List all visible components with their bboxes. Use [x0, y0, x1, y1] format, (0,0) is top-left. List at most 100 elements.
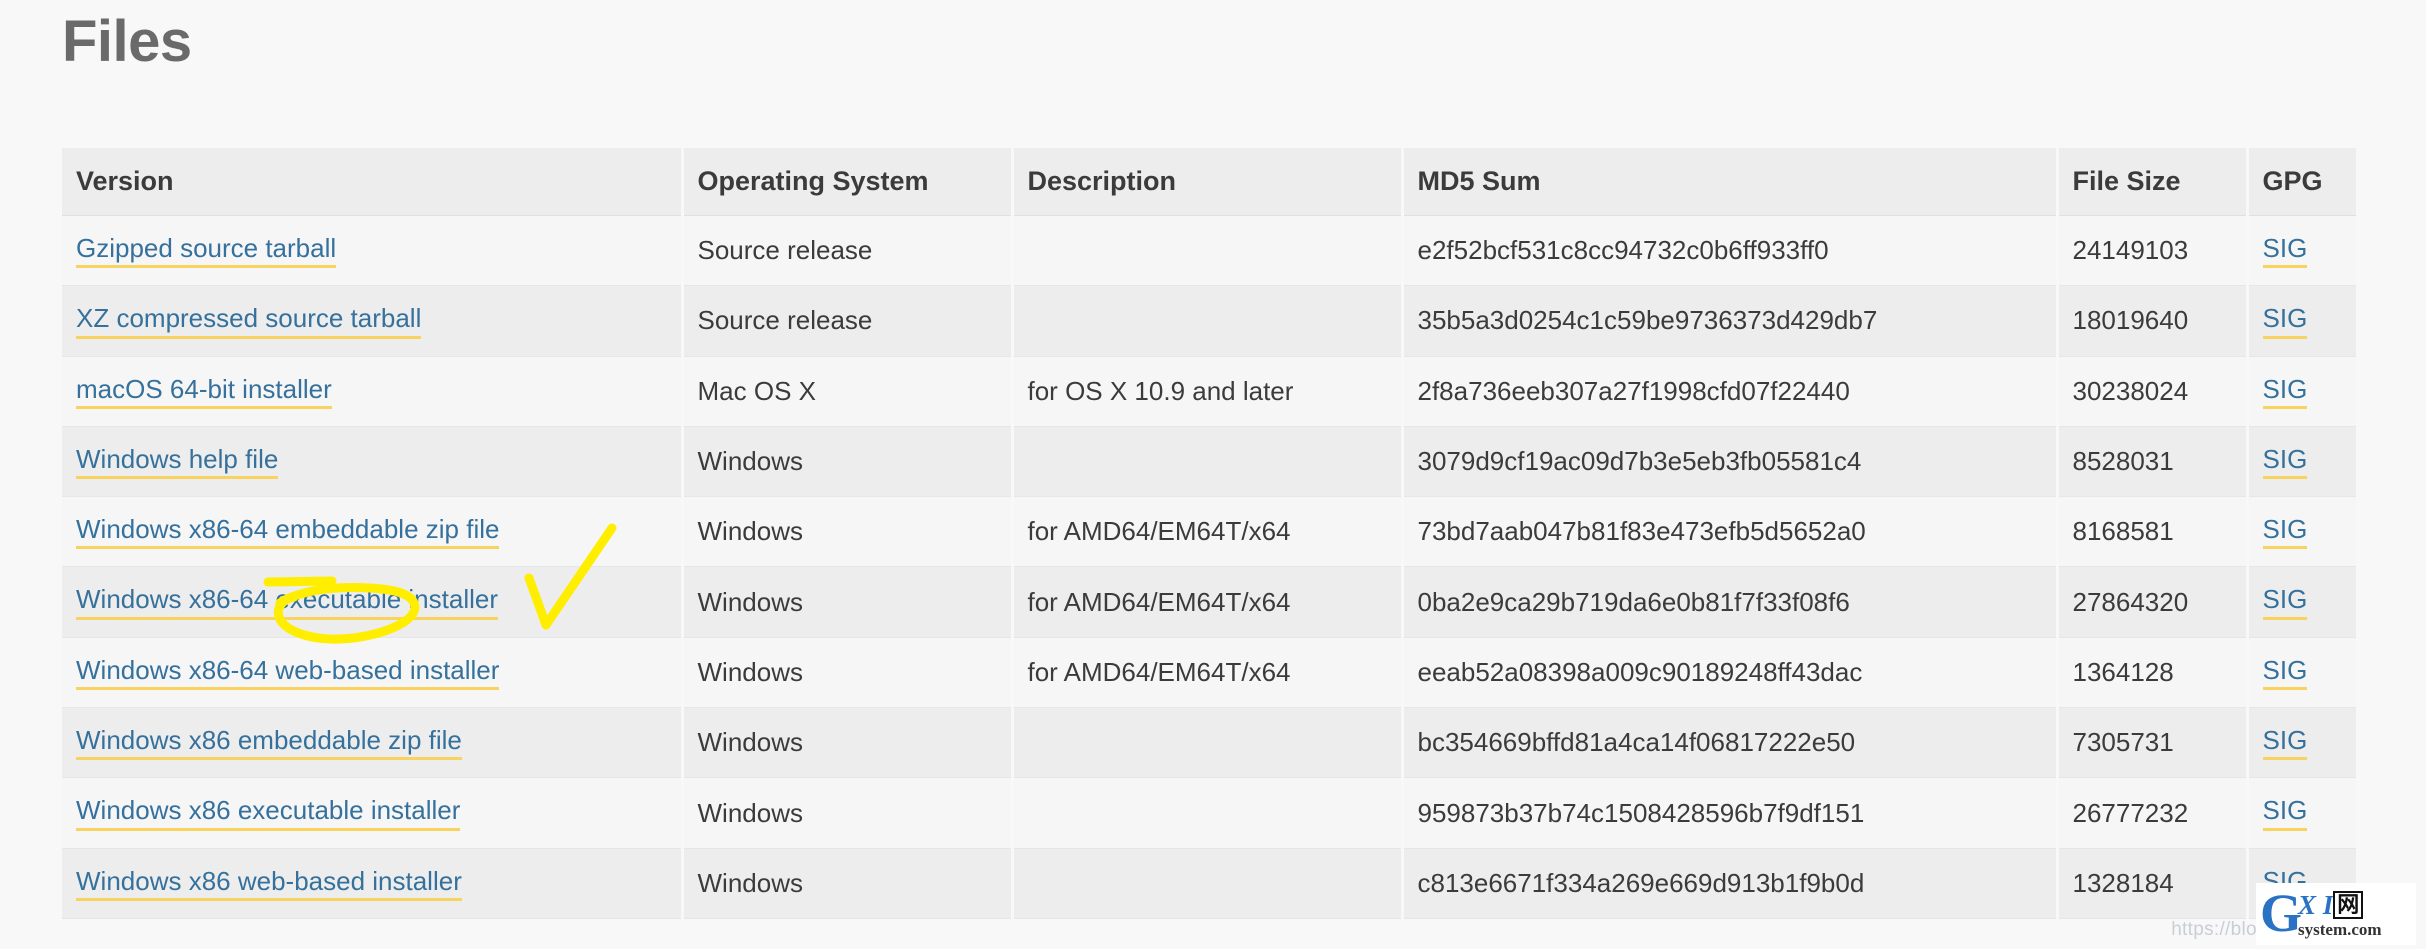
- cell-filesize: 18019640: [2057, 285, 2249, 357]
- watermark-logo-domain: system.com: [2298, 919, 2382, 939]
- column-header-filesize[interactable]: File Size: [2057, 148, 2249, 216]
- table-row: Windows x86 web-based installer Windows …: [62, 848, 2356, 919]
- table-row: Windows x86-64 embeddable zip file Windo…: [62, 496, 2356, 568]
- cell-os: Source release: [682, 215, 1014, 287]
- sig-link[interactable]: SIG: [2262, 234, 2308, 269]
- cell-description: for OS X 10.9 and later: [1012, 356, 1404, 427]
- sig-link[interactable]: SIG: [2262, 797, 2308, 831]
- cell-md5: 2f8a736eeb307a27f1998cfd07f22440: [1402, 356, 2059, 427]
- file-download-link[interactable]: Windows x86-64 embeddable zip file: [76, 515, 500, 550]
- sig-link[interactable]: SIG: [2262, 656, 2308, 691]
- cell-version: Windows x86-64 embeddable zip file: [62, 496, 684, 568]
- table-body: Gzipped source tarball Source release e2…: [62, 215, 2356, 919]
- cell-gpg: SIG: [2247, 285, 2356, 357]
- cell-description: for AMD64/EM64T/x64: [1012, 637, 1404, 709]
- page-title: Files: [62, 9, 192, 74]
- cell-description: [1012, 426, 1404, 498]
- cell-md5: 35b5a3d0254c1c59be9736373d429db7: [1402, 285, 2059, 357]
- cell-gpg: SIG: [2247, 426, 2356, 498]
- cell-filesize: 30238024: [2057, 356, 2249, 427]
- table-row-highlighted: Windows x86-64 executable installer Wind…: [62, 566, 2356, 638]
- cell-filesize: 24149103: [2057, 215, 2249, 287]
- watermark-logo-xi: X I网: [2298, 889, 2382, 920]
- cell-os: Mac OS X: [682, 356, 1014, 427]
- sig-link[interactable]: SIG: [2262, 586, 2308, 620]
- file-download-link[interactable]: Windows x86-64 executable installer: [76, 586, 498, 620]
- file-download-link[interactable]: Windows x86 web-based installer: [76, 867, 462, 901]
- cell-description: for AMD64/EM64T/x64: [1012, 566, 1404, 638]
- watermark-logo-cjk: 网: [2333, 890, 2364, 919]
- cell-md5: 3079d9cf19ac09d7b3e5eb3fb05581c4: [1402, 426, 2059, 498]
- cell-description: [1012, 707, 1404, 779]
- file-download-link[interactable]: Windows x86 executable installer: [76, 797, 461, 831]
- cell-version: Windows x86 embeddable zip file: [62, 707, 684, 779]
- table-row: Gzipped source tarball Source release e2…: [62, 215, 2356, 287]
- cell-version: Gzipped source tarball: [62, 215, 684, 287]
- cell-os: Windows: [682, 777, 1014, 849]
- file-download-link[interactable]: Windows x86-64 web-based installer: [76, 656, 500, 691]
- cell-md5: 0ba2e9ca29b719da6e0b81f7f33f08f6: [1402, 566, 2059, 638]
- files-page: Files Version Operating System Descripti…: [0, 0, 2426, 949]
- cell-gpg: SIG: [2247, 496, 2356, 568]
- sig-link[interactable]: SIG: [2262, 375, 2308, 409]
- table-row: Windows help file Windows 3079d9cf19ac09…: [62, 426, 2356, 498]
- cell-gpg: SIG: [2247, 356, 2356, 427]
- cell-md5: c813e6671f334a269e669d913b1f9b0d: [1402, 848, 2059, 919]
- cell-md5: bc354669bffd81a4ca14f06817222e50: [1402, 707, 2059, 779]
- cell-gpg: SIG: [2247, 777, 2356, 849]
- cell-os: Windows: [682, 426, 1014, 498]
- table-row: Windows x86 executable installer Windows…: [62, 777, 2356, 849]
- column-header-os[interactable]: Operating System: [682, 148, 1014, 216]
- cell-version: Windows x86-64 executable installer: [62, 566, 684, 638]
- cell-version: macOS 64-bit installer: [62, 356, 684, 427]
- cell-md5: 73bd7aab047b81f83e473efb5d5652a0: [1402, 496, 2059, 568]
- cell-version: Windows x86 executable installer: [62, 777, 684, 849]
- table-row: Windows x86-64 web-based installer Windo…: [62, 637, 2356, 709]
- cell-filesize: 26777232: [2057, 777, 2249, 849]
- column-header-version[interactable]: Version: [62, 148, 684, 216]
- cell-filesize: 1364128: [2057, 637, 2249, 709]
- sig-link[interactable]: SIG: [2262, 305, 2308, 339]
- cell-description: [1012, 777, 1404, 849]
- sig-link[interactable]: SIG: [2262, 445, 2308, 480]
- table-header-row: Version Operating System Description MD5…: [62, 148, 2356, 216]
- cell-os: Windows: [682, 566, 1014, 638]
- sig-link[interactable]: SIG: [2262, 515, 2308, 550]
- cell-os: Windows: [682, 707, 1014, 779]
- watermark-logo-xi-letters: X I: [2298, 889, 2334, 920]
- cell-version: XZ compressed source tarball: [62, 285, 684, 357]
- cell-filesize: 1328184: [2057, 848, 2249, 919]
- file-download-link[interactable]: macOS 64-bit installer: [76, 375, 332, 409]
- cell-description: [1012, 285, 1404, 357]
- table-row: macOS 64-bit installer Mac OS X for OS X…: [62, 356, 2356, 427]
- files-table: Version Operating System Description MD5…: [62, 148, 2356, 919]
- cell-md5: eeab52a08398a009c90189248ff43dac: [1402, 637, 2059, 709]
- cell-os: Source release: [682, 285, 1014, 357]
- cell-gpg: SIG: [2247, 215, 2356, 287]
- sig-link[interactable]: SIG: [2262, 726, 2308, 761]
- file-download-link[interactable]: XZ compressed source tarball: [76, 305, 422, 339]
- table-header: Version Operating System Description MD5…: [62, 148, 2356, 216]
- watermark-logo: G X I网 system.com: [2256, 883, 2416, 945]
- files-table-container: Version Operating System Description MD5…: [62, 148, 2356, 919]
- cell-description: [1012, 215, 1404, 287]
- cell-gpg: SIG: [2247, 566, 2356, 638]
- cell-filesize: 8528031: [2057, 426, 2249, 498]
- file-download-link[interactable]: Gzipped source tarball: [76, 234, 337, 269]
- cell-os: Windows: [682, 848, 1014, 919]
- cell-filesize: 8168581: [2057, 496, 2249, 568]
- watermark-logo-text: X I网 system.com: [2298, 889, 2382, 939]
- column-header-gpg[interactable]: GPG: [2247, 148, 2356, 216]
- cell-description: [1012, 848, 1404, 919]
- watermark-logo-letter: G: [2260, 883, 2303, 944]
- cell-version: Windows help file: [62, 426, 684, 498]
- table-row: Windows x86 embeddable zip file Windows …: [62, 707, 2356, 779]
- file-download-link[interactable]: Windows x86 embeddable zip file: [76, 726, 462, 761]
- cell-version: Windows x86 web-based installer: [62, 848, 684, 919]
- column-header-md5[interactable]: MD5 Sum: [1402, 148, 2059, 216]
- cell-description: for AMD64/EM64T/x64: [1012, 496, 1404, 568]
- cell-version: Windows x86-64 web-based installer: [62, 637, 684, 709]
- column-header-description[interactable]: Description: [1012, 148, 1404, 216]
- file-download-link[interactable]: Windows help file: [76, 445, 279, 480]
- cell-gpg: SIG: [2247, 637, 2356, 709]
